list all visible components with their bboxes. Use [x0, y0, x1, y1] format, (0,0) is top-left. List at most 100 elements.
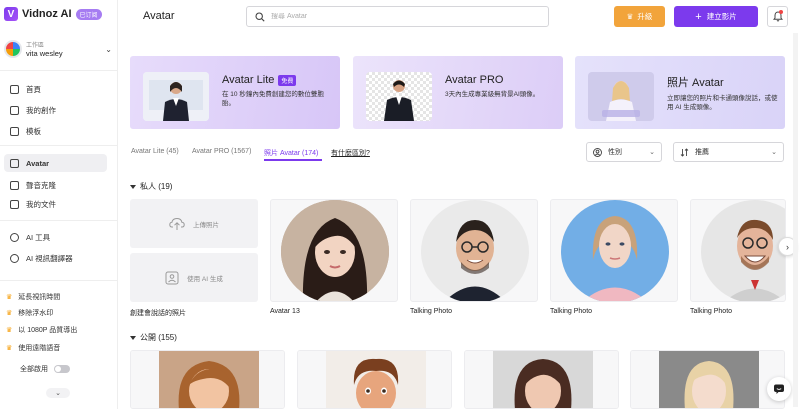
promo-label: 以 1080P 品質導出	[18, 327, 78, 334]
sidebar-item-home[interactable]: 首頁	[4, 80, 107, 98]
upgrade-button[interactable]: ♛ 升級	[614, 6, 665, 27]
sidebar-item-label: 首頁	[26, 84, 41, 94]
banner-avatar-pro[interactable]: Avatar PRO 3天內生成專業級無背景AI頭像。	[353, 56, 563, 129]
banner-photo-avatar[interactable]: 照片 Avatar 立即讓您的照片和卡通頭像說話，或使用 AI 生成頭像。	[575, 56, 785, 129]
search-bar[interactable]	[246, 6, 549, 27]
sidebar-item-ai-tools[interactable]: AI 工具	[4, 228, 107, 246]
sidebar-item-label: 我的文件	[26, 199, 56, 209]
sidebar-item-label: 聲音克隆	[26, 180, 56, 190]
crown-icon: ♛	[6, 327, 13, 334]
upload-photo-button[interactable]: 上傳照片	[130, 199, 258, 248]
sort-filter-value: 推薦	[695, 149, 709, 156]
upload-icon	[169, 217, 185, 230]
workspace-label: 工作區	[26, 43, 45, 49]
private-section-header[interactable]: 私人 (19)	[130, 181, 172, 192]
promo-export-1080p[interactable]: ♛ 以 1080P 品質導出	[6, 323, 77, 337]
avatar-card[interactable]	[690, 199, 786, 302]
public-avatar-card[interactable]	[464, 350, 619, 409]
promo-label: 延長視訊時間	[18, 294, 61, 301]
free-badge: 免費	[278, 74, 297, 86]
card-caption: Avatar 13	[270, 308, 300, 315]
sidebar-item-label: 模板	[26, 126, 41, 136]
promo-advanced-voice[interactable]: ♛ 使用遠階語音	[6, 341, 60, 355]
promo-extend-duration[interactable]: ♛ 延長視訊時間	[6, 290, 60, 304]
tab-photo-avatar[interactable]: 照片 Avatar (174)	[264, 148, 318, 158]
search-input[interactable]	[271, 13, 531, 20]
avatar-card[interactable]	[550, 199, 678, 302]
folder-icon	[10, 199, 19, 209]
sidebar-item-avatar[interactable]: Avatar	[4, 154, 107, 172]
sort-filter[interactable]: 推薦 ⌄	[673, 142, 784, 162]
collapse-icon	[130, 184, 136, 189]
divider	[0, 220, 118, 221]
workspace-switcher[interactable]: 工作區 vita wesley ⌄	[4, 40, 112, 58]
active-tab-indicator	[264, 159, 322, 161]
apply-all-label: 全部啟用	[20, 366, 48, 373]
sort-icon	[680, 147, 689, 157]
subscription-badge: 已订阅	[75, 8, 102, 20]
sidebar: V Vidnoz AI 已订阅 工作區 vita wesley ⌄ 首頁 我的創…	[0, 0, 118, 409]
apply-all-toggle[interactable]	[54, 365, 70, 373]
sidebar-item-label: AI 視訊翻譯器	[26, 253, 73, 263]
chat-support-button[interactable]	[767, 377, 791, 401]
ai-generate-button[interactable]: 使用 AI 生成	[130, 253, 258, 302]
tab-avatar-pro[interactable]: Avatar PRO (1567)	[192, 148, 251, 155]
section-label: 私人 (19)	[140, 182, 173, 191]
promo-label: 使用遠階語音	[18, 345, 61, 352]
create-video-button[interactable]: + 建立影片	[674, 6, 758, 27]
sidebar-item-my-creations[interactable]: 我的創作	[4, 101, 107, 119]
avatar-photo	[561, 200, 669, 301]
logo-mark: V	[4, 7, 18, 21]
scrollbar[interactable]	[793, 33, 798, 407]
public-section-header[interactable]: 公開 (155)	[130, 332, 177, 343]
chevron-down-icon: ⌄	[55, 390, 61, 397]
crown-icon: ♛	[6, 310, 13, 317]
upgrade-label: 升級	[637, 12, 653, 21]
tools-icon	[10, 232, 19, 242]
banner-description: 在 10 秒鐘內免費創建您的數位雙胞胎。	[222, 91, 324, 108]
card-caption: Talking Photo	[690, 308, 733, 315]
collapse-icon	[130, 335, 136, 340]
banner-avatar-lite[interactable]: Avatar Lite 免費 在 10 秒鐘內免費創建您的數位雙胞胎。	[130, 56, 340, 129]
difference-link[interactable]: 有什麼區別?	[331, 148, 370, 158]
gender-filter-value: 性別	[608, 149, 622, 156]
create-video-label: 建立影片	[706, 12, 737, 21]
public-avatar-card[interactable]	[630, 350, 785, 409]
notification-dot	[779, 10, 783, 14]
upload-photo-label: 上傳照片	[193, 221, 219, 229]
gender-filter[interactable]: 性別 ⌄	[586, 142, 662, 162]
promo-remove-watermark[interactable]: ♛ 移除浮水印	[6, 306, 53, 320]
divider	[0, 145, 118, 146]
banner-thumbnail	[143, 72, 209, 121]
divider	[0, 70, 118, 71]
translate-icon	[10, 253, 19, 263]
sidebar-item-my-files[interactable]: 我的文件	[4, 195, 107, 213]
tab-avatar-lite[interactable]: Avatar Lite (45)	[131, 148, 179, 155]
workspace-name: vita wesley	[26, 49, 63, 58]
divider	[0, 280, 118, 281]
notification-button[interactable]	[767, 6, 788, 27]
avatar-icon	[10, 158, 19, 168]
chevron-right-icon: ›	[786, 241, 789, 252]
avatar-card[interactable]	[270, 199, 398, 302]
sidebar-item-templates[interactable]: 模板	[4, 122, 107, 140]
sidebar-item-ai-video-translator[interactable]: AI 視訊翻譯器	[4, 249, 107, 267]
chat-icon	[774, 384, 784, 394]
avatar-card[interactable]	[410, 199, 538, 302]
sidebar-expand-button[interactable]: ⌄	[46, 388, 70, 398]
public-avatar-card[interactable]	[297, 350, 452, 409]
card-caption: Talking Photo	[550, 308, 593, 315]
banner-thumbnail	[588, 72, 654, 121]
page-title: Avatar	[143, 10, 175, 22]
sidebar-item-label: 我的創作	[26, 105, 56, 115]
chevron-down-icon: ⌄	[649, 149, 655, 156]
sidebar-item-voice-clone[interactable]: 聲音克隆	[4, 176, 107, 194]
home-icon	[10, 84, 19, 94]
logo[interactable]: V Vidnoz AI 已订阅	[4, 7, 102, 21]
ai-generate-label: 使用 AI 生成	[187, 275, 223, 283]
avatar-photo	[701, 200, 785, 301]
public-avatar-card[interactable]	[130, 350, 285, 409]
apply-all-toggle-row[interactable]: 全部啟用	[20, 362, 70, 376]
banner-title: 照片 Avatar	[667, 77, 724, 89]
crown-icon: ♛	[626, 12, 634, 21]
